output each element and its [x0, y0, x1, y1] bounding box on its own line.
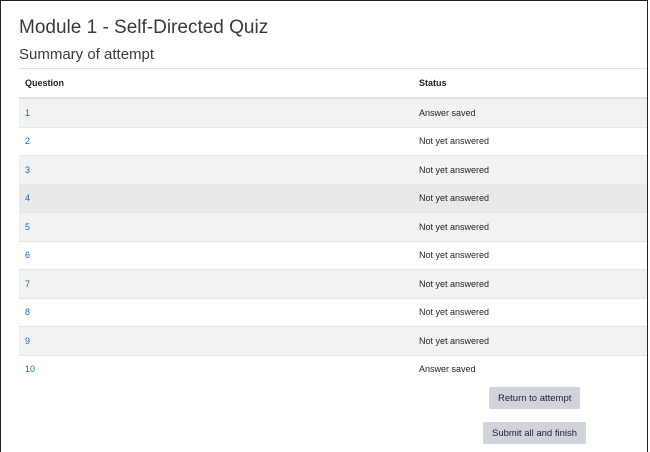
question-status: Not yet answered: [413, 326, 647, 355]
table-row: 8 Not yet answered: [19, 297, 647, 327]
table-row: 7 Not yet answered: [19, 269, 647, 298]
question-link[interactable]: 2: [25, 136, 30, 146]
question-status: Not yet answered: [413, 240, 647, 270]
table-row: 5 Not yet answered: [19, 212, 647, 241]
table-row: 10 Answer saved: [19, 354, 647, 383]
question-link[interactable]: 6: [25, 250, 30, 260]
question-link[interactable]: 5: [25, 222, 30, 232]
column-header-question: Question: [19, 68, 413, 99]
submit-all-and-finish-button[interactable]: Submit all and finish: [483, 422, 587, 444]
attempt-summary-table: Question Status 1 Answer saved 2 Not yet…: [19, 68, 647, 383]
page-subtitle: Summary of attempt: [19, 46, 155, 63]
question-status: Not yet answered: [413, 297, 647, 327]
table-row: 3 Not yet answered: [19, 155, 647, 184]
table-header-row: Question Status: [19, 68, 647, 99]
question-status: Not yet answered: [413, 212, 647, 241]
table-row: 2 Not yet answered: [19, 126, 647, 156]
question-link[interactable]: 7: [25, 279, 30, 289]
table-row: 6 Not yet answered: [19, 240, 647, 270]
return-to-attempt-button[interactable]: Return to attempt: [489, 387, 581, 409]
question-link[interactable]: 4: [25, 193, 30, 203]
table-row: 1 Answer saved: [19, 97, 647, 127]
question-link[interactable]: 9: [25, 336, 30, 346]
question-status: Not yet answered: [413, 126, 647, 156]
page-title: Module 1 - Self-Directed Quiz: [19, 17, 269, 38]
question-link[interactable]: 8: [25, 307, 30, 317]
question-status: Answer saved: [413, 354, 647, 383]
question-status: Not yet answered: [413, 155, 647, 184]
question-status: Not yet answered: [413, 269, 647, 298]
column-header-status: Status: [413, 68, 647, 99]
question-link[interactable]: 3: [25, 165, 30, 175]
table-row: 9 Not yet answered: [19, 326, 647, 355]
question-status: Not yet answered: [413, 183, 647, 213]
question-link[interactable]: 10: [25, 364, 35, 374]
table-row: 4 Not yet answered: [19, 183, 647, 213]
question-link[interactable]: 1: [25, 108, 30, 118]
question-status: Answer saved: [413, 97, 647, 127]
quiz-summary-page: Module 1 - Self-Directed Quiz Summary of…: [0, 0, 648, 452]
